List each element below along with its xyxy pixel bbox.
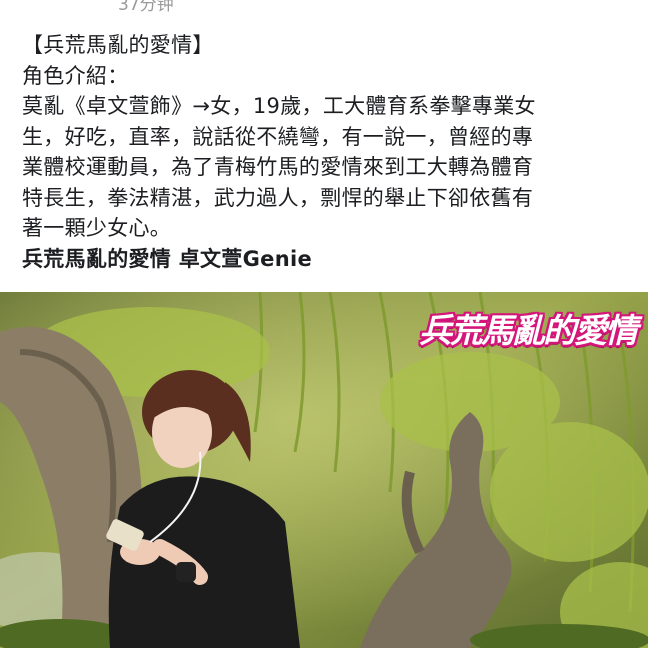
post-photo[interactable]: 兵荒馬亂的愛情 [0,292,648,648]
post-body: 【兵荒馬亂的愛情】 角色介紹： 莫亂《卓文萱飾》→女，19歲，工大體育系拳擊專業… [22,30,622,274]
post-title-line: 【兵荒馬亂的愛情】 [22,33,214,57]
post-text-line: 著一顆少女心。 [22,216,172,240]
post-timestamp[interactable]: 37分钟 [118,0,174,15]
post-text-line: 角色介紹： [22,63,129,88]
hashtag-line[interactable]: 兵荒馬亂的愛情 卓文萱Genie [22,244,622,275]
post-text-line: 業體校運動員，為了青梅竹馬的愛情來到工大轉為體育 [22,155,534,179]
drama-logo: 兵荒馬亂的愛情 [419,311,638,350]
post-text-line: 莫亂《卓文萱飾》→女，19歲，工大體育系拳擊專業女 [22,94,536,118]
social-post: 37分钟 【兵荒馬亂的愛情】 角色介紹： 莫亂《卓文萱飾》→女，19歲，工大體育… [0,0,648,648]
post-text-line: 生，好吃，直率，說話從不繞彎，有一說一，曾經的專 [22,124,534,149]
post-text-line: 特長生，拳法精湛，武力過人，剽悍的舉止下卻依舊有 [22,185,534,210]
